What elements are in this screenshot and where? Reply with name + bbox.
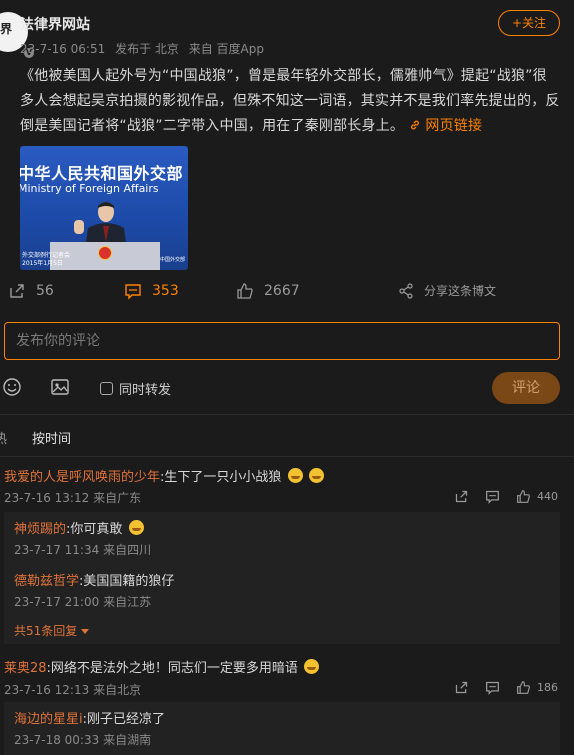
- reply-item: 海边的星星i:刚子已经凉了: [14, 708, 165, 727]
- divider: [0, 456, 574, 457]
- share-button[interactable]: 分享这条博文: [398, 282, 496, 299]
- post-location: 发布于 北京: [115, 42, 179, 56]
- checkbox-box[interactable]: [100, 382, 113, 395]
- grin-emoji-icon: [128, 520, 144, 535]
- comment-input[interactable]: [5, 323, 559, 359]
- laugh-emoji-icon: [287, 468, 303, 483]
- reply-meta: 23-7-18 00:33 来自湖南: [14, 731, 151, 748]
- comment-text: :网络不是法外之地！同志们一定要多用暗语: [46, 661, 298, 676]
- tab-by-time[interactable]: 按时间: [32, 428, 71, 447]
- comment-reply-button[interactable]: [485, 489, 500, 504]
- repost-button[interactable]: 56: [8, 282, 54, 300]
- like-icon: [517, 681, 530, 694]
- more-replies-label: 共51条回复: [14, 624, 78, 638]
- comment-reply-button[interactable]: [485, 680, 500, 695]
- comment-like-count: 440: [537, 490, 558, 503]
- repost-count: 56: [36, 283, 54, 299]
- image-subheading: Ministry of Foreign Affairs: [20, 182, 159, 195]
- more-replies-link[interactable]: 共51条回复: [14, 622, 90, 639]
- like-icon: [237, 283, 253, 299]
- emblem-icon: [98, 246, 112, 260]
- tab-hot[interactable]: 热: [0, 428, 7, 447]
- reply-time: 23-7-17 11:34: [14, 543, 100, 557]
- grin-emoji-icon: [304, 659, 320, 674]
- comment-item: 我爱的人是呼风唤雨的少年:生下了一只小小战狼: [4, 466, 324, 485]
- emoji-icon[interactable]: [2, 377, 22, 397]
- like-icon: [517, 490, 530, 503]
- image-caption-2: 2015年1月5日: [22, 260, 63, 267]
- divider: [0, 414, 574, 415]
- reply-username[interactable]: 海边的星星i: [14, 712, 83, 727]
- reply-time: 23-7-18 00:33: [14, 733, 100, 747]
- share-label: 分享这条博文: [424, 284, 497, 298]
- comment-count: 353: [152, 283, 179, 299]
- comment-input-wrapper: [4, 322, 560, 360]
- comment-item: 莱奥28:网络不是法外之地！同志们一定要多用暗语: [4, 657, 320, 676]
- post-meta: 23-7-16 06:51 发布于 北京 来自 百度App: [20, 40, 270, 57]
- post-image[interactable]: 中华人民共和国外交部 Ministry of Foreign Affairs 外…: [20, 146, 188, 270]
- post-author[interactable]: 法律界网站: [20, 14, 90, 34]
- reply-item: 神烦踢的:你可真敢: [14, 518, 144, 537]
- follow-button[interactable]: +关注: [498, 10, 560, 36]
- reply-text: :刚子已经凉了: [82, 712, 166, 727]
- comment-text: :生下了一只小小战狼: [160, 470, 282, 485]
- comment-actions: 186: [454, 680, 558, 695]
- comment-like-button[interactable]: 186: [516, 680, 558, 695]
- reply-username[interactable]: 神烦踢的: [14, 522, 66, 537]
- comment-icon: [125, 284, 141, 300]
- also-repost-label: 同时转发: [119, 383, 172, 398]
- reply-source: 来自湖南: [103, 733, 152, 747]
- reply-meta: 23-7-17 21:00 来自江苏: [14, 593, 151, 610]
- like-button[interactable]: 2667: [236, 282, 300, 300]
- comment-like-count: 186: [537, 681, 558, 694]
- share-icon: [399, 282, 413, 299]
- comment-time: 23-7-16 12:13: [4, 683, 90, 697]
- laugh-emoji-icon: [308, 468, 324, 483]
- submit-comment-button[interactable]: 评论: [492, 372, 560, 404]
- web-link-label: 网页链接: [425, 118, 483, 134]
- repost-icon: [455, 681, 468, 694]
- reply-source: 来自四川: [103, 543, 152, 557]
- comment-meta: 23-7-16 12:13 来自北京: [4, 681, 141, 698]
- post-time[interactable]: 23-7-16 06:51: [20, 42, 105, 56]
- also-repost-checkbox[interactable]: 同时转发: [100, 379, 171, 398]
- like-count: 2667: [264, 283, 300, 299]
- comment-sort-tabs: 热 按时间: [0, 428, 574, 450]
- chevron-down-icon: [81, 629, 90, 634]
- comment-username[interactable]: 莱奥28: [4, 661, 47, 676]
- reply-text: :美国国籍的狼仔: [79, 574, 175, 589]
- reply-source: 来自江苏: [103, 595, 152, 609]
- reply-item: 德勒兹哲学:美国国籍的狼仔: [14, 570, 174, 589]
- repost-icon: [455, 490, 468, 503]
- image-caption-3: 中国外交部: [160, 257, 186, 263]
- comment-source: 来自北京: [93, 683, 142, 697]
- image-heading: 中华人民共和国外交部: [20, 164, 184, 183]
- comment-button[interactable]: 353: [124, 282, 179, 300]
- reply-time: 23-7-17 21:00: [14, 595, 100, 609]
- image-icon[interactable]: [50, 377, 70, 397]
- composer-tools: 同时转发 评论: [0, 372, 574, 404]
- comment-time: 23-7-16 13:12: [4, 491, 90, 505]
- comment-repost-button[interactable]: [454, 489, 469, 504]
- comment-like-button[interactable]: 440: [516, 489, 558, 504]
- comment-icon: [486, 681, 499, 695]
- web-link[interactable]: 网页链接: [409, 118, 482, 134]
- reply-meta: 23-7-17 11:34 来自四川: [14, 541, 151, 558]
- comment-username[interactable]: 我爱的人是呼风唤雨的少年: [4, 470, 160, 485]
- comment-icon: [486, 490, 499, 504]
- reply-text: :你可真敢: [66, 522, 123, 537]
- comment-source: 来自广东: [93, 491, 142, 505]
- repost-icon: [10, 284, 24, 298]
- link-icon: [410, 120, 419, 130]
- comment-meta: 23-7-16 13:12 来自广东: [4, 489, 141, 506]
- post-header: 界 V 法律界网站 23-7-16 06:51 发布于 北京 来自 百度App …: [0, 6, 574, 60]
- post-source: 来自 百度App: [188, 42, 264, 56]
- post-body: 《他被美国人起外号为“中国战狼”，曾是最年轻外交部长，儒雅帅气》提起“战狼”很多…: [20, 64, 560, 139]
- post-action-bar: 56 353 2667 分享这条博文: [0, 276, 574, 310]
- avatar-glyph: 界: [0, 22, 13, 36]
- comment-repost-button[interactable]: [454, 680, 469, 695]
- reply-username[interactable]: 德勒兹哲学: [14, 574, 79, 589]
- comment-actions: 440: [454, 489, 558, 504]
